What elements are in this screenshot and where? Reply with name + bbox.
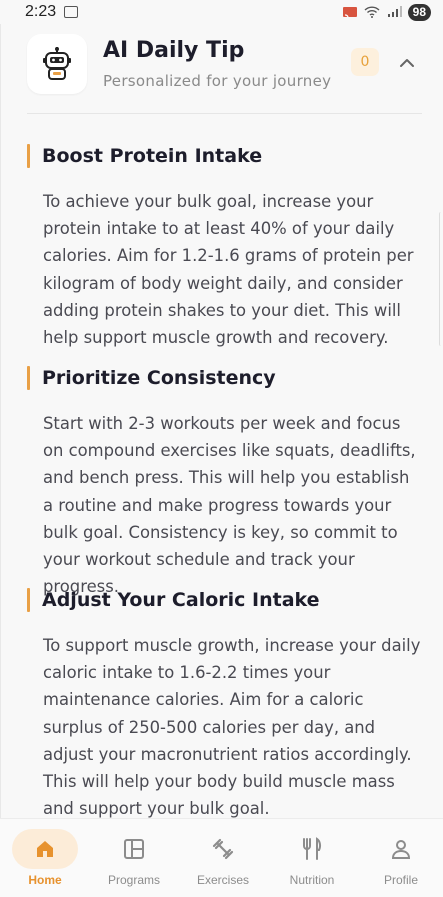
nav-icon-wrap xyxy=(368,829,434,869)
bottom-nav: Home Programs Exercises Nutrition Profil… xyxy=(0,818,443,897)
nav-item-home[interactable]: Home xyxy=(10,829,80,891)
home-icon xyxy=(37,841,53,857)
nav-label: Nutrition xyxy=(289,873,335,887)
page-subtitle: Personalized for your journey xyxy=(103,72,332,90)
nav-icon-highlight xyxy=(12,829,78,869)
battery-indicator: 98 xyxy=(407,3,431,21)
tip-section: Prioritize Consistency Start with 2-3 wo… xyxy=(27,365,424,600)
collapse-button[interactable] xyxy=(395,52,419,74)
section-body: Start with 2-3 workouts per week and foc… xyxy=(43,414,416,597)
tip-section: Adjust Your Caloric Intake To support mu… xyxy=(27,587,424,822)
section-body: To support muscle growth, increase your … xyxy=(43,636,421,819)
section-title: Boost Protein Intake xyxy=(27,143,424,169)
nav-item-profile[interactable]: Profile xyxy=(366,829,436,891)
wifi-icon xyxy=(364,6,380,18)
nav-item-nutrition[interactable]: Nutrition xyxy=(277,829,347,891)
section-title: Prioritize Consistency xyxy=(27,365,424,391)
scrollbar[interactable] xyxy=(439,212,443,346)
tip-header: AI Daily Tip Personalized for your journ… xyxy=(27,34,422,114)
nav-icon-wrap xyxy=(190,829,256,869)
robot-avatar xyxy=(27,34,87,94)
tip-section: Boost Protein Intake To achieve your bul… xyxy=(27,143,424,351)
section-title: Adjust Your Caloric Intake xyxy=(27,587,424,613)
nav-item-programs[interactable]: Programs xyxy=(99,829,169,891)
page-title: AI Daily Tip xyxy=(103,38,245,63)
status-time: 2:23 xyxy=(25,3,57,20)
nav-label: Exercises xyxy=(196,873,249,887)
status-bar: 2:23 98 xyxy=(0,0,443,24)
nav-label: Programs xyxy=(107,873,160,887)
daily-tip-card: AI Daily Tip Personalized for your journ… xyxy=(0,24,443,824)
programs-icon xyxy=(124,839,144,859)
cast-icon xyxy=(342,7,357,18)
robot-icon xyxy=(43,47,71,80)
nav-item-exercises[interactable]: Exercises xyxy=(188,829,258,891)
status-icons: 98 xyxy=(342,3,431,21)
section-body: To achieve your bulk goal, increase your… xyxy=(43,192,414,348)
person-icon xyxy=(391,840,411,859)
nav-label: Home xyxy=(28,873,62,887)
screenshot-icon xyxy=(64,6,79,18)
nav-icon-wrap xyxy=(101,829,167,869)
dumbbell-icon xyxy=(212,838,234,860)
chevron-up-icon xyxy=(400,59,414,67)
fork-knife-icon xyxy=(303,837,322,860)
count-badge: 0 xyxy=(351,48,379,76)
nav-label: Profile xyxy=(383,873,418,887)
nav-icon-wrap xyxy=(279,829,345,869)
signal-icon xyxy=(387,6,402,17)
